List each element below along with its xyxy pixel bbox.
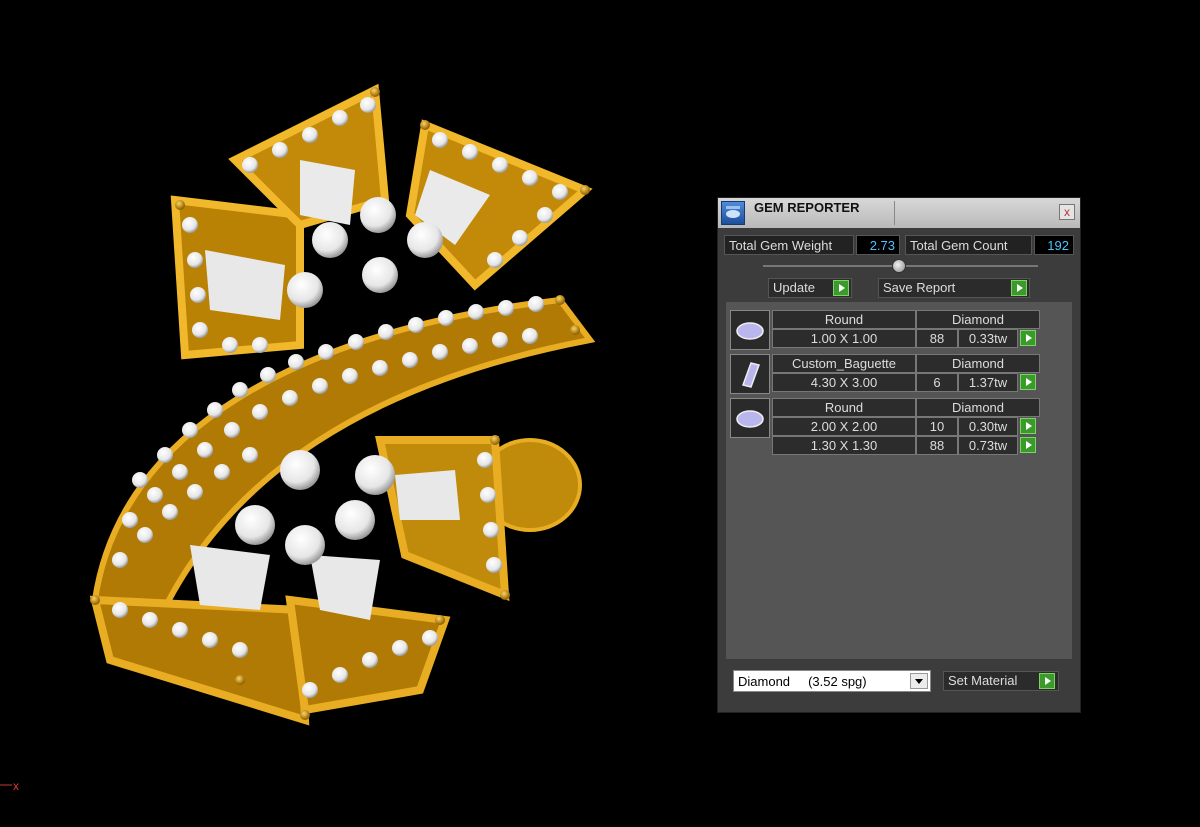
title-separator	[894, 201, 895, 225]
gem-size: 1.30 X 1.30	[772, 436, 916, 455]
update-button-label: Update	[773, 280, 815, 295]
gem-count: 10	[916, 417, 958, 436]
play-icon	[833, 280, 849, 296]
gem-shape: Round	[772, 398, 916, 417]
set-material-button[interactable]: Set Material	[943, 671, 1059, 691]
chevron-down-icon[interactable]	[910, 673, 928, 689]
gem-count: 6	[916, 373, 958, 392]
gem-size: 4.30 X 3.00	[772, 373, 916, 392]
close-icon[interactable]: x	[1059, 204, 1075, 220]
axis-indicator: x	[0, 779, 19, 793]
gem-size: 2.00 X 2.00	[772, 417, 916, 436]
round-gem-icon[interactable]	[730, 398, 770, 438]
gem-reporter-panel: GEM REPORTER x Total Gem Weight 2.73 Tot…	[717, 197, 1081, 713]
gem-shape: Custom_Baguette	[772, 354, 916, 373]
total-gem-count-value: 192	[1034, 235, 1074, 255]
play-icon	[1020, 437, 1036, 453]
select-gems-button[interactable]	[1020, 329, 1039, 348]
select-gems-button[interactable]	[1020, 436, 1039, 455]
slider-handle[interactable]	[892, 259, 906, 273]
gem-list[interactable]: Round Diamond 1.00 X 1.00 88 0.33tw Cust…	[726, 302, 1072, 659]
play-icon	[1020, 330, 1036, 346]
gem-weight: 0.33tw	[958, 329, 1018, 348]
save-report-button-label: Save Report	[883, 280, 956, 295]
axis-x-label: x	[13, 779, 19, 793]
play-icon	[1039, 673, 1055, 689]
gem-material: Diamond	[916, 354, 1040, 373]
material-select-value: Diamond (3.52 spg)	[738, 674, 867, 689]
gem-count: 88	[916, 436, 958, 455]
baguette-gem-icon[interactable]	[730, 354, 770, 394]
update-button[interactable]: Update	[768, 278, 852, 298]
select-gems-button[interactable]	[1020, 373, 1039, 392]
play-icon	[1020, 374, 1036, 390]
gem-material: Diamond	[916, 398, 1040, 417]
total-gem-weight-value: 2.73	[856, 235, 900, 255]
gem-weight: 0.73tw	[958, 436, 1018, 455]
total-gem-count-label: Total Gem Count	[905, 235, 1032, 255]
gem-material: Diamond	[916, 310, 1040, 329]
play-icon	[1020, 418, 1036, 434]
total-gem-weight-label: Total Gem Weight	[724, 235, 854, 255]
play-icon	[1011, 280, 1027, 296]
save-report-button[interactable]: Save Report	[878, 278, 1030, 298]
round-gem-icon[interactable]	[730, 310, 770, 350]
material-select[interactable]: Diamond (3.52 spg)	[733, 670, 931, 692]
gem-shape: Round	[772, 310, 916, 329]
title-bar[interactable]: GEM REPORTER x	[718, 198, 1080, 228]
select-gems-button[interactable]	[1020, 417, 1039, 436]
jewelry-model	[89, 83, 596, 726]
gem-weight: 0.30tw	[958, 417, 1018, 436]
gem-count: 88	[916, 329, 958, 348]
window-title: GEM REPORTER	[754, 200, 860, 215]
gem-size: 1.00 X 1.00	[772, 329, 916, 348]
gem-weight: 1.37tw	[958, 373, 1018, 392]
gem-reporter-icon	[721, 201, 745, 225]
set-material-button-label: Set Material	[948, 673, 1018, 688]
